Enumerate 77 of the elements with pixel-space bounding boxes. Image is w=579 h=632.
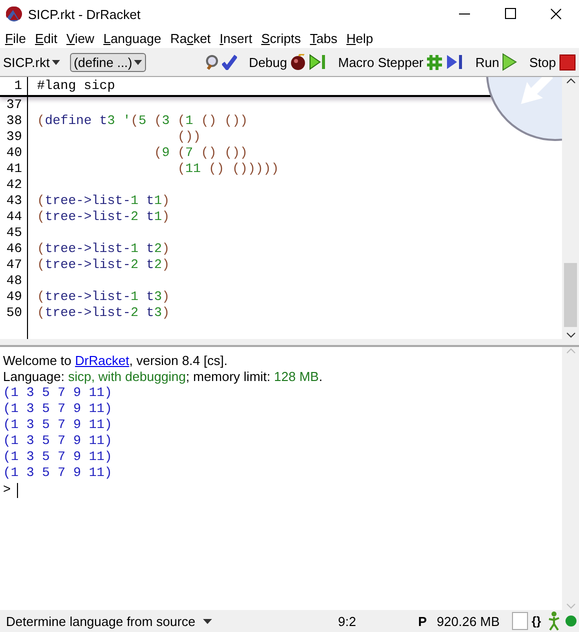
- check-icon: [222, 54, 237, 70]
- check-syntax-button[interactable]: [204, 53, 237, 71]
- step-icon: [446, 54, 464, 70]
- menu-item[interactable]: Tabs: [308, 30, 346, 46]
- scrollbar[interactable]: [562, 77, 579, 339]
- magnifier-icon: [204, 53, 219, 71]
- run-button[interactable]: Run: [475, 53, 518, 71]
- line-number: 39: [0, 129, 28, 145]
- line-number: 41: [0, 161, 28, 177]
- menu-item[interactable]: File: [4, 30, 34, 46]
- line-number: 46: [0, 241, 28, 257]
- menu-item[interactable]: Racket: [169, 30, 219, 46]
- caret-icon: [134, 60, 142, 64]
- definitions-menu[interactable]: (define ...): [70, 52, 146, 72]
- window-title: SICP.rkt - DrRacket: [28, 6, 142, 22]
- file-menu[interactable]: SICP.rkt: [3, 54, 60, 70]
- memory-usage[interactable]: 920.26 MB: [436, 614, 500, 628]
- debug-button[interactable]: Debug: [248, 54, 326, 70]
- menu-item[interactable]: Scripts: [260, 30, 309, 46]
- stop-icon: [559, 54, 576, 70]
- line-number: 42: [0, 177, 28, 193]
- text-cursor: [16, 482, 18, 498]
- paren-indicator: {}: [532, 614, 541, 628]
- line-number: 50: [0, 305, 28, 321]
- output-line: (1 3 5 7 9 11): [3, 433, 114, 449]
- code-line: (tree->list-1 t3): [36, 289, 170, 305]
- language-info: Language: sicp, with debugging; memory limit: 128 MB.: [3, 369, 324, 385]
- line-number: 45: [0, 225, 28, 241]
- close-icon[interactable]: [549, 8, 563, 20]
- output-line: (1 3 5 7 9 11): [3, 417, 114, 433]
- stop-button[interactable]: Stop: [529, 54, 576, 70]
- line-number: 43: [0, 193, 28, 209]
- output-line: (1 3 5 7 9 11): [3, 385, 114, 401]
- line-number: 44: [0, 209, 28, 225]
- step-icon: [309, 54, 326, 70]
- cursor-position: 9:2: [338, 614, 356, 628]
- line-number: 49: [0, 289, 28, 305]
- menu-item[interactable]: Insert: [218, 30, 260, 46]
- output-line: (1 3 5 7 9 11): [3, 401, 114, 417]
- menu-item[interactable]: View: [65, 30, 102, 46]
- app-logo-icon: [6, 6, 22, 22]
- mode-indicator: P: [418, 614, 427, 628]
- menu-item[interactable]: Help: [345, 30, 382, 46]
- language-menu[interactable]: Determine language from source: [6, 614, 212, 628]
- line-number: 40: [0, 145, 28, 161]
- code-line: (tree->list-2 t3): [36, 305, 170, 321]
- indicator-box: [512, 612, 528, 630]
- status-dot-icon: [565, 615, 577, 627]
- line-number: 47: [0, 257, 28, 273]
- code-line: (tree->list-1 t1): [36, 193, 170, 209]
- welcome-message: Welcome to DrRacket, version 8.4 [cs].: [3, 353, 228, 369]
- play-icon: [502, 53, 518, 71]
- prompt: >: [3, 481, 11, 499]
- line-number: 1: [0, 77, 28, 95]
- output-line: (1 3 5 7 9 11): [3, 449, 114, 465]
- code-line: (9 (7 () ()): [153, 145, 248, 161]
- menu-item[interactable]: Edit: [34, 30, 66, 46]
- caret-icon: [203, 618, 212, 624]
- bomb-icon: [290, 54, 306, 70]
- line-number: 37: [0, 97, 28, 113]
- menu-item[interactable]: Language: [102, 30, 170, 46]
- hash-icon: [426, 54, 444, 70]
- maximize-icon[interactable]: [503, 8, 517, 20]
- output-line: (1 3 5 7 9 11): [3, 465, 114, 481]
- macro-stepper-button[interactable]: Macro Stepper: [338, 54, 464, 70]
- line-number: 38: [0, 113, 28, 129]
- code-line: (11 () ())))): [176, 161, 279, 177]
- line-number: 48: [0, 273, 28, 289]
- caret-icon: [52, 60, 60, 64]
- code-line: ()): [176, 129, 201, 145]
- code-line: #lang sicp: [36, 77, 116, 95]
- code-line: (define t3 '(5 (3 (1 () ()): [36, 113, 248, 129]
- code-line: (tree->list-1 t2): [36, 241, 170, 257]
- code-line: (tree->list-2 t2): [36, 257, 170, 273]
- scrollbar-thumb[interactable]: [564, 263, 577, 327]
- code-line: (tree->list-2 t1): [36, 209, 170, 225]
- drracket-link[interactable]: DrRacket: [75, 353, 130, 368]
